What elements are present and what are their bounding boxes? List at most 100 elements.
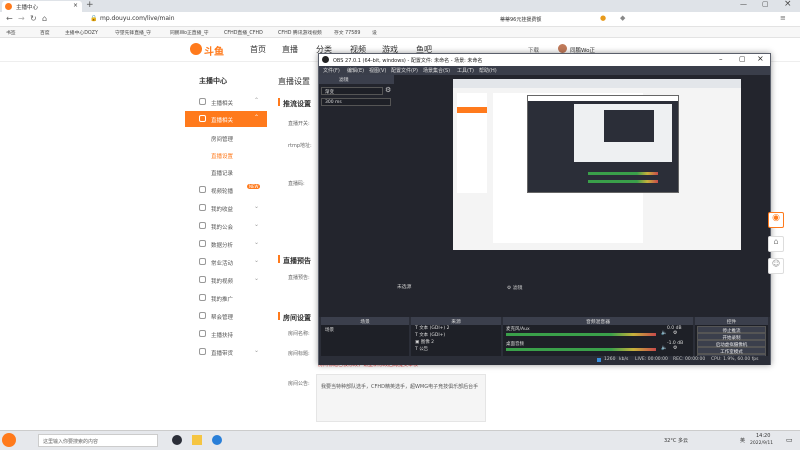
sidebar-item-label: 帮会管理 <box>211 315 234 321</box>
transition-select[interactable]: 渐变 <box>321 87 383 95</box>
bookmark-7[interactable]: 存文 77589 <box>334 29 360 36</box>
url-field[interactable]: 🔒 mp.douyu.com/live/main <box>90 14 480 24</box>
gear-icon[interactable]: ⚙ <box>385 86 391 94</box>
sidebar-item-label: 主播扶持 <box>211 333 234 339</box>
bookmark-6[interactable]: CFHD 腾讯游戏视频 <box>278 29 322 36</box>
sidebar-item-promo[interactable]: 我的推广 <box>185 290 267 306</box>
speaker-icon[interactable]: 🔈 <box>661 330 667 336</box>
bitrate-unit: kb/s <box>619 357 629 362</box>
sidebar-item-support[interactable]: 主播扶持 <box>185 326 267 342</box>
chevron-down-icon: ⌄ <box>253 275 259 282</box>
nav-live[interactable]: 直播 <box>282 44 298 55</box>
notification-icon[interactable]: ▭ <box>786 436 793 444</box>
anchor-sidebar: 主播中心 主播相关 ⌃ 直播相关 ⌃ 房间管理 直播设置 直播记录 视频轮播 NEW … <box>185 62 267 430</box>
obs-menu-profile[interactable]: 配置文件(P) <box>391 67 418 74</box>
window-close-icon[interactable]: × <box>784 0 792 9</box>
obs-menu-help[interactable]: 帮助(H) <box>479 67 497 74</box>
minimize-icon[interactable]: — <box>740 0 747 8</box>
start-recording-button[interactable]: 开始录制 <box>697 333 766 341</box>
toolbar-ext-icon[interactable]: ● <box>600 14 606 22</box>
chevron-down-icon: ⌄ <box>253 203 259 210</box>
nav-home[interactable]: 首页 <box>250 44 266 55</box>
taskbar-browser-icon[interactable] <box>212 435 222 445</box>
source-item[interactable]: ▣ 图像 2 <box>415 339 434 346</box>
taskbar-folder-icon[interactable] <box>192 435 202 445</box>
studio-mode-button[interactable]: 工作室模式 <box>697 347 766 355</box>
browser-tab-active[interactable]: 主播中心 × <box>2 1 82 12</box>
section-preview-title: 直播预告 <box>283 257 311 265</box>
source-item[interactable]: T 公告 <box>415 346 428 353</box>
bookmark-5[interactable]: CFHD直播_CFHD <box>224 29 263 36</box>
properties-gear-icon[interactable]: ⚙ <box>507 286 511 291</box>
weather-text[interactable]: 32°C 多云 <box>664 437 688 444</box>
obs-maximize-icon[interactable]: ▢ <box>739 55 746 63</box>
filters-tab-label[interactable]: 滤镜 <box>513 286 523 291</box>
refresh-icon[interactable]: ↻ <box>30 14 37 23</box>
sidebar-item-income[interactable]: 我的收益 ⌄ <box>185 200 267 216</box>
obs-close-icon[interactable]: × <box>757 54 764 63</box>
float-service-button[interactable]: ☺ <box>768 258 784 274</box>
taskbar-search-placeholder: 这里输入你要搜索的内容 <box>43 439 99 445</box>
sidebar-item-live[interactable]: 直播相关 ⌃ <box>185 111 267 127</box>
bookmark-3[interactable]: 守望先锋直播_守 <box>115 29 151 36</box>
bookmark-0[interactable]: 书签 <box>6 29 16 36</box>
scene-item[interactable]: 场景 <box>325 327 409 334</box>
douyu-logo[interactable]: 斗鱼 <box>190 41 228 59</box>
stream-key-label: 直播码: <box>288 181 305 187</box>
obs-menu-file[interactable]: 文件(F) <box>323 67 340 74</box>
forward-icon[interactable]: → <box>18 14 25 23</box>
secure-lock-icon: 🔒 <box>90 15 98 22</box>
taskbar-search-field[interactable]: 这里输入你要搜索的内容 <box>38 434 158 447</box>
bookmark-2[interactable]: 主播中心DOZY <box>65 29 98 36</box>
ime-indicator[interactable]: 英 <box>740 437 745 444</box>
sidebar-item-gang[interactable]: 帮会管理 <box>185 308 267 324</box>
stop-streaming-button[interactable]: 停止推流 <box>697 326 766 334</box>
duration-field[interactable]: 300 ms <box>321 98 391 106</box>
obs-window: OBS 27.0.1 (64-bit, windows) - 配置文件: 未命名… <box>318 53 771 365</box>
new-tab-icon[interactable]: + <box>86 0 94 10</box>
mixer-gear-icon[interactable]: ⚙ <box>673 345 677 351</box>
bookmark-8[interactable]: 设 <box>372 29 377 36</box>
menu-icon[interactable]: ≡ <box>780 14 786 22</box>
sidebar-item-anchor[interactable]: 主播相关 ⌃ <box>185 94 267 110</box>
taskbar-obs-icon[interactable] <box>172 435 182 445</box>
avatar[interactable] <box>558 44 567 53</box>
back-icon[interactable]: ← <box>6 14 13 23</box>
speaker-icon[interactable]: 🔈 <box>661 345 667 351</box>
mixer-gear-icon[interactable]: ⚙ <box>673 330 677 336</box>
sidebar-item-video-loop[interactable]: 视频轮播 NEW <box>185 182 267 198</box>
toolbar-ext2-icon[interactable]: ◆ <box>620 14 625 22</box>
float-home-button[interactable]: ⌂ <box>768 236 784 252</box>
clock-time[interactable]: 14:20 <box>756 433 770 439</box>
virtual-camera-button[interactable]: 启动虚拟摄像机 <box>697 340 766 348</box>
home-icon[interactable]: ⌂ <box>42 14 47 23</box>
sidebar-subitem-room[interactable]: 房间管理 <box>185 130 267 146</box>
sidebar-item-commerce[interactable]: 直播带货 ⌄ <box>185 344 267 360</box>
obs-menu-scene-collection[interactable]: 场景集合(S) <box>423 67 450 74</box>
obs-statusbar: 1260 kb/s LIVE: 00:00:00 REC: 00:00:00 C… <box>319 356 770 365</box>
search-suggestion[interactable]: 蒂蒂96元挂援费额 <box>500 14 590 24</box>
bookmark-1[interactable]: 百度 <box>40 29 50 36</box>
float-live-button[interactable]: ◉ <box>768 212 784 228</box>
source-item[interactable]: T 文本 (GDI+) <box>415 332 445 339</box>
tab-close-icon[interactable]: × <box>73 2 78 9</box>
obs-menu-tools[interactable]: 工具(T) <box>457 67 474 74</box>
sidebar-subitem-settings[interactable]: 直播设置 <box>185 147 267 163</box>
sidebar-item-label: 我的推广 <box>211 297 234 303</box>
obs-menu-edit[interactable]: 编辑(E) <box>347 67 364 74</box>
sidebar-item-my-video[interactable]: 我的视频 ⌄ <box>185 272 267 288</box>
bookmark-4[interactable]: 同鹏Wo正直播_守 <box>170 29 209 36</box>
obs-menu-view[interactable]: 视图(V) <box>369 67 386 74</box>
obs-minimize-icon[interactable]: – <box>719 55 723 63</box>
sidebar-item-guild[interactable]: 我的公会 ⌄ <box>185 218 267 234</box>
sidebar-item-activity[interactable]: 常业活动 ⌄ <box>185 254 267 270</box>
source-item[interactable]: T 文本 (GDI+) 2 <box>415 325 449 332</box>
clock-date[interactable]: 2022/9/11 <box>750 441 773 446</box>
room-notice-textarea[interactable]: 我要当特种部队选手，CFHD精英选手，超WMG电子竞技俱乐部后台手 <box>316 374 486 422</box>
mixer-track-name: 麦克风/Aux <box>506 327 530 332</box>
taskbar-douyu-icon[interactable] <box>2 433 16 447</box>
sidebar-item-analytics[interactable]: 数据分析 ⌄ <box>185 236 267 252</box>
maximize-icon[interactable]: ▢ <box>762 0 769 8</box>
sidebar-subitem-records[interactable]: 直播记录 <box>185 164 267 180</box>
obs-preview[interactable] <box>453 79 741 250</box>
